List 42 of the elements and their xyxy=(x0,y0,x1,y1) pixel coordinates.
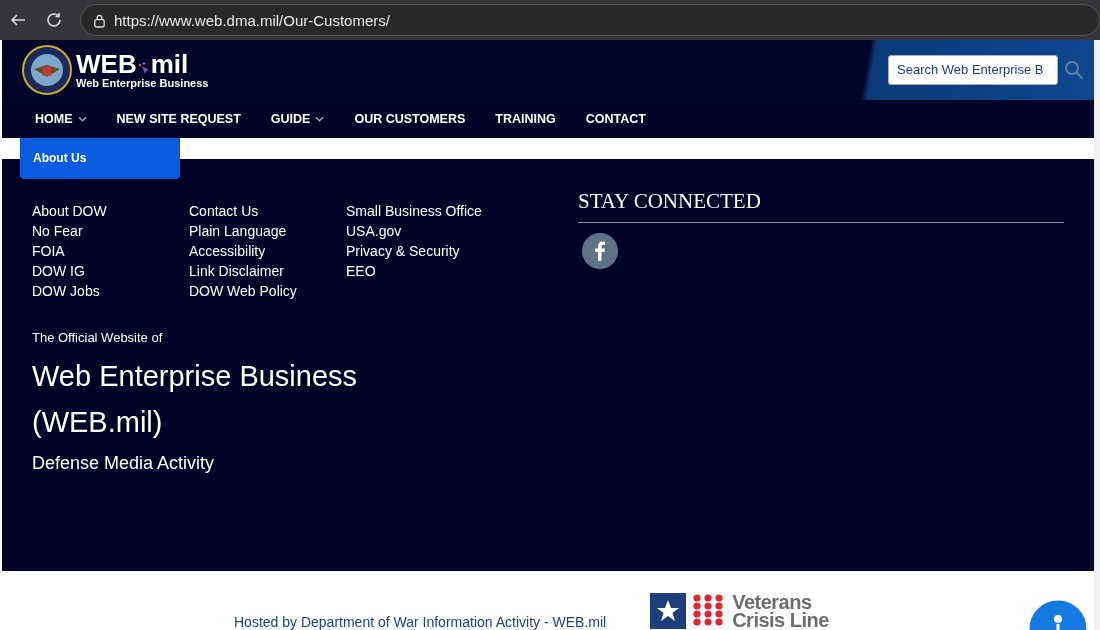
footer-link[interactable]: DOW Web Policy xyxy=(189,280,346,301)
reload-icon[interactable] xyxy=(44,10,64,30)
chevron-down-icon xyxy=(315,115,325,122)
nav-link[interactable]: TRAINING xyxy=(495,111,556,126)
chevron-down-icon xyxy=(77,115,87,122)
scrollbar[interactable] xyxy=(1094,40,1100,630)
logo-subtitle: Web Enterprise Business xyxy=(76,76,209,89)
agency-name: Defense Media Activity xyxy=(32,452,216,474)
footer-link[interactable]: Small Business Office xyxy=(346,200,503,221)
address-bar[interactable]: https://www.web.dma.mil/Our-Customers/ xyxy=(80,4,1100,36)
footer-link[interactable]: Plain Language xyxy=(189,220,346,241)
footer-link[interactable]: EEO xyxy=(346,260,503,281)
search-field[interactable]: Search Web Enterprise B xyxy=(888,54,1058,85)
footer-link[interactable]: Contact Us xyxy=(189,200,346,221)
footer-link[interactable]: About DOW xyxy=(32,200,189,221)
nav-link[interactable]: GUIDE xyxy=(270,111,325,126)
hosted-by-text: Hosted by Department of War Information Activity - WEB.mil xyxy=(234,614,607,630)
footer-link[interactable]: Link Disclaimer xyxy=(189,260,346,281)
footer-link[interactable]: DOW Jobs xyxy=(32,280,189,301)
dropdown-item[interactable]: About Us xyxy=(20,137,180,179)
footer-link[interactable]: FOIA xyxy=(32,240,189,261)
facebook-icon[interactable] xyxy=(582,232,618,269)
cursor-icon xyxy=(136,61,151,76)
nav-link[interactable]: NEW SITE REQUEST xyxy=(116,111,241,126)
nav-link[interactable]: HOME xyxy=(35,111,87,126)
footer-link[interactable]: No Fear xyxy=(32,220,189,241)
crisis-line-logo-text: Veterans xyxy=(732,593,812,611)
logo-title: mil xyxy=(150,50,189,77)
site-name: Web Enterprise Business (WEB.mil) xyxy=(32,358,359,440)
footer-link[interactable]: Accessibility xyxy=(189,240,346,261)
crisis-line-logo-text: Crisis Line xyxy=(732,611,829,629)
official-label: The Official Website of xyxy=(32,329,164,345)
nav-link[interactable]: OUR CUSTOMERS xyxy=(354,111,466,126)
footer-link[interactable]: USA.gov xyxy=(346,220,503,241)
stay-connected-heading: STAY CONNECTED xyxy=(578,188,1064,223)
footer-link[interactable]: DOW IG xyxy=(32,260,189,281)
url-text: https://www.web.dma.mil/Our-Customers/ xyxy=(114,11,390,29)
footer-link[interactable]: Privacy & Security xyxy=(346,240,503,261)
lock-icon xyxy=(93,12,106,28)
nav-link[interactable]: CONTACT xyxy=(585,111,646,126)
logo-title: WEB xyxy=(76,50,137,77)
seal-icon xyxy=(22,44,72,95)
